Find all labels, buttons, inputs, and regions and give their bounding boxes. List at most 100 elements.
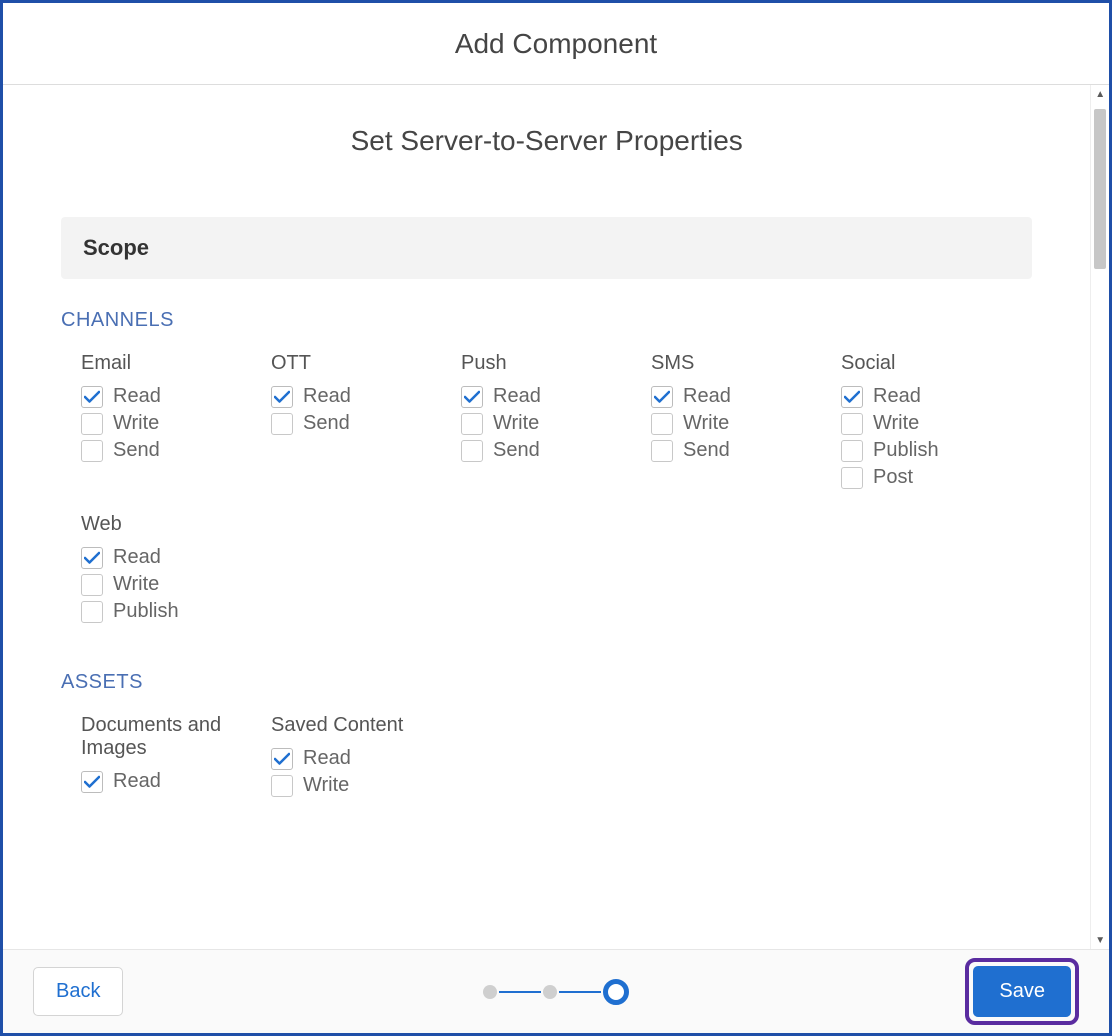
checkbox[interactable] <box>841 440 863 462</box>
checkbox-label: Write <box>113 573 159 596</box>
scroll-thumb[interactable] <box>1094 109 1106 269</box>
checkbox[interactable] <box>461 386 483 408</box>
checkbox[interactable] <box>81 386 103 408</box>
back-button[interactable]: Back <box>33 967 123 1016</box>
scrollbar-vertical[interactable]: ▲ ▼ <box>1090 85 1109 949</box>
scope-option-row: Publish <box>81 600 271 623</box>
dialog-footer: Back Save <box>3 949 1109 1033</box>
checkbox-label: Write <box>493 412 539 435</box>
scope-option-row: Read <box>81 546 271 569</box>
checkbox-label: Write <box>873 412 919 435</box>
channels-grid: EmailReadWriteSendOTTReadSendPushReadWri… <box>81 346 1032 641</box>
progress-stepper <box>483 979 629 1005</box>
checkbox-label: Publish <box>873 439 939 462</box>
window-title: Add Component <box>3 3 1109 85</box>
scope-option-row: Read <box>271 385 461 408</box>
section-header-scope: Scope <box>61 217 1032 279</box>
checkbox-label: Send <box>493 439 540 462</box>
scope-option-row: Write <box>271 774 461 797</box>
scope-option-row: Send <box>461 439 651 462</box>
checkbox-label: Send <box>683 439 730 462</box>
content-area: Set Server-to-Server Properties Scope CH… <box>3 85 1090 949</box>
checkbox[interactable] <box>81 440 103 462</box>
scope-column: SMS Read Write Send <box>651 346 841 493</box>
checkbox[interactable] <box>461 440 483 462</box>
scope-option-row: Write <box>81 573 271 596</box>
scope-option-row: Post <box>841 466 1031 489</box>
step-line <box>499 991 541 993</box>
checkbox-label: Read <box>113 546 161 569</box>
checkbox[interactable] <box>841 413 863 435</box>
step-dot-2 <box>543 985 557 999</box>
assets-grid: Documents and Images Read Saved Content Rea… <box>81 708 1032 815</box>
checkbox-label: Post <box>873 466 913 489</box>
checkbox-label: Send <box>113 439 160 462</box>
checkbox-label: Publish <box>113 600 179 623</box>
checkbox[interactable] <box>841 386 863 408</box>
checkbox[interactable] <box>271 413 293 435</box>
scope-column: Email Read Write Send <box>81 346 271 493</box>
checkbox-label: Read <box>303 385 351 408</box>
checkbox[interactable] <box>271 775 293 797</box>
scope-column-title: OTT <box>271 352 461 375</box>
checkbox-label: Write <box>113 412 159 435</box>
scope-option-row: Write <box>81 412 271 435</box>
page-subtitle: Set Server-to-Server Properties <box>61 125 1032 157</box>
step-current-ring <box>603 979 629 1005</box>
scroll-up-icon[interactable]: ▲ <box>1091 85 1109 103</box>
checkbox[interactable] <box>651 386 673 408</box>
scroll-down-icon[interactable]: ▼ <box>1091 931 1109 949</box>
checkbox[interactable] <box>81 771 103 793</box>
scope-column-title: Web <box>81 513 271 536</box>
scope-option-row: Write <box>841 412 1031 435</box>
checkbox-label: Read <box>683 385 731 408</box>
checkbox[interactable] <box>841 467 863 489</box>
scope-option-row: Read <box>81 385 271 408</box>
scope-column: OTT Read Send <box>271 346 461 493</box>
scope-option-row: Send <box>651 439 841 462</box>
scope-option-row: Write <box>461 412 651 435</box>
scope-option-row: Read <box>81 770 271 793</box>
scope-option-row: Send <box>271 412 461 435</box>
checkbox[interactable] <box>81 601 103 623</box>
scope-option-row: Write <box>651 412 841 435</box>
checkbox-label: Send <box>303 412 350 435</box>
checkbox[interactable] <box>271 748 293 770</box>
checkbox[interactable] <box>81 574 103 596</box>
checkbox-label: Read <box>303 747 351 770</box>
scope-option-row: Read <box>841 385 1031 408</box>
checkbox-label: Read <box>113 385 161 408</box>
checkbox[interactable] <box>651 413 673 435</box>
content-wrap: Set Server-to-Server Properties Scope CH… <box>3 85 1109 949</box>
group-label-channels: CHANNELS <box>61 309 1032 332</box>
save-button[interactable]: Save <box>973 966 1071 1017</box>
scope-option-row: Send <box>81 439 271 462</box>
scope-column-title: SMS <box>651 352 841 375</box>
scope-column-title: Saved Content <box>271 714 461 737</box>
checkbox[interactable] <box>81 547 103 569</box>
checkbox-label: Write <box>683 412 729 435</box>
step-dot-1 <box>483 985 497 999</box>
step-line <box>559 991 601 993</box>
scope-column-title: Documents and Images <box>81 714 271 760</box>
scope-option-row: Publish <box>841 439 1031 462</box>
scope-column: Saved Content Read Write <box>271 708 461 801</box>
checkbox[interactable] <box>461 413 483 435</box>
dialog-window: Add Component Set Server-to-Server Prope… <box>0 0 1112 1036</box>
scope-column-title: Email <box>81 352 271 375</box>
checkbox[interactable] <box>271 386 293 408</box>
scope-column-title: Push <box>461 352 651 375</box>
checkbox[interactable] <box>81 413 103 435</box>
scope-column-title: Social <box>841 352 1031 375</box>
scope-column: Documents and Images Read <box>81 708 271 801</box>
save-button-highlight: Save <box>965 958 1079 1025</box>
scope-option-row: Read <box>461 385 651 408</box>
scope-column: Social Read Write Publish Post <box>841 346 1031 493</box>
scope-option-row: Read <box>651 385 841 408</box>
checkbox[interactable] <box>651 440 673 462</box>
scope-option-row: Read <box>271 747 461 770</box>
scope-column: Push Read Write Send <box>461 346 651 493</box>
checkbox-label: Write <box>303 774 349 797</box>
scope-column: Web Read Write Publish <box>81 507 271 627</box>
checkbox-label: Read <box>873 385 921 408</box>
